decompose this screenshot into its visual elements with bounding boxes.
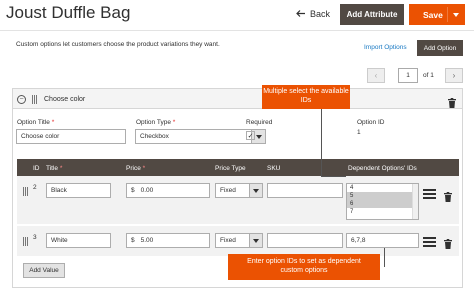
row-id: 2 xyxy=(33,184,37,191)
list-item[interactable]: 6 xyxy=(347,200,418,208)
drag-handle-icon[interactable] xyxy=(32,95,37,104)
value-price-input[interactable]: $ 5.00 xyxy=(126,233,210,248)
price-value: 5.00 xyxy=(140,237,154,244)
custom-options-description: Custom options let customers choose the … xyxy=(16,41,220,48)
pager-total: of 1 xyxy=(423,72,434,79)
back-button[interactable]: Back xyxy=(296,9,330,19)
option-id-value: 1 xyxy=(357,129,361,136)
add-attribute-button[interactable]: Add Attribute xyxy=(340,4,404,25)
dependent-options-multiselect[interactable]: 4 5 6 7 xyxy=(346,183,419,220)
dependent-ids-input[interactable]: 6,7,8 xyxy=(346,233,419,248)
save-split-divider xyxy=(447,7,448,22)
chevron-down-icon xyxy=(249,234,262,247)
drag-handle-icon[interactable] xyxy=(23,237,28,246)
price-type-select[interactable]: Fixed xyxy=(215,183,263,198)
menu-icon[interactable] xyxy=(423,237,436,247)
header-divider xyxy=(0,30,474,31)
chevron-left-icon: ‹ xyxy=(374,71,378,80)
option-title-input[interactable]: Choose color xyxy=(16,129,126,144)
value-price-input[interactable]: $ 0.00 xyxy=(126,183,210,198)
option-type-label: Option Type * xyxy=(136,119,176,126)
row-id: 3 xyxy=(33,234,37,241)
value-title-input[interactable]: White xyxy=(46,233,111,248)
sku-input[interactable] xyxy=(267,233,343,248)
arrow-left-icon xyxy=(296,9,305,19)
col-price: Price * xyxy=(126,165,146,172)
trash-icon[interactable] xyxy=(444,236,452,249)
enter-ids-callout: Enter option IDs to set as dependent cus… xyxy=(228,254,380,280)
col-sku: SKU xyxy=(267,165,281,172)
option-title-label: Option Title * xyxy=(17,119,55,126)
option-type-value: Checkbox xyxy=(140,133,169,140)
list-item[interactable]: 7 xyxy=(347,208,418,216)
chevron-down-icon xyxy=(249,184,262,197)
list-item[interactable]: 5 xyxy=(347,192,418,200)
list-item[interactable]: 4 xyxy=(347,184,418,192)
pager-page-input[interactable]: 1 xyxy=(398,68,418,83)
trash-icon[interactable] xyxy=(444,189,452,202)
save-button[interactable]: Save xyxy=(409,4,465,25)
required-asterisk: * xyxy=(51,119,55,126)
page-title: Joust Duffle Bag xyxy=(6,3,131,22)
callout-line xyxy=(321,176,346,177)
pager-next-button[interactable]: › xyxy=(445,68,463,83)
chevron-right-icon: › xyxy=(452,71,456,80)
price-type-select[interactable]: Fixed xyxy=(215,233,263,248)
import-options-link[interactable]: Import Options xyxy=(364,44,407,51)
chevron-down-icon[interactable] xyxy=(453,13,459,17)
sku-input[interactable] xyxy=(267,183,343,198)
menu-icon[interactable] xyxy=(423,189,436,199)
drag-handle-icon[interactable] xyxy=(23,187,28,196)
price-value: 0.00 xyxy=(140,187,154,194)
price-type-value: Fixed xyxy=(220,237,236,244)
trash-icon[interactable] xyxy=(448,95,456,108)
currency-symbol: $ xyxy=(131,237,135,244)
multiselect-callout: Multiple select the available IDs xyxy=(262,85,350,109)
required-label: Required xyxy=(246,119,273,126)
required-asterisk: * xyxy=(172,119,176,126)
col-dependent-ids: Dependent Options' IDs xyxy=(348,165,417,172)
checkmark-icon: ✓ xyxy=(247,132,254,140)
collapse-icon[interactable]: − xyxy=(17,95,26,104)
currency-symbol: $ xyxy=(131,187,135,194)
callout-line xyxy=(321,109,322,177)
price-type-value: Fixed xyxy=(220,187,236,194)
col-id: ID xyxy=(33,165,40,172)
col-price-type: Price Type xyxy=(215,165,246,172)
option-header-title: Choose color xyxy=(44,96,86,103)
back-label: Back xyxy=(310,9,331,19)
save-label: Save xyxy=(423,9,443,20)
add-option-button[interactable]: Add Option xyxy=(417,40,463,56)
col-title: Title * xyxy=(46,165,63,172)
scrollbar[interactable] xyxy=(412,184,418,219)
required-checkbox[interactable]: ✓ xyxy=(246,131,255,140)
option-id-label: Option ID xyxy=(357,119,385,126)
callout-line xyxy=(384,248,385,267)
add-value-button[interactable]: Add Value xyxy=(23,263,65,278)
value-title-input[interactable]: Black xyxy=(46,183,111,198)
pager-prev-button[interactable]: ‹ xyxy=(367,68,385,83)
